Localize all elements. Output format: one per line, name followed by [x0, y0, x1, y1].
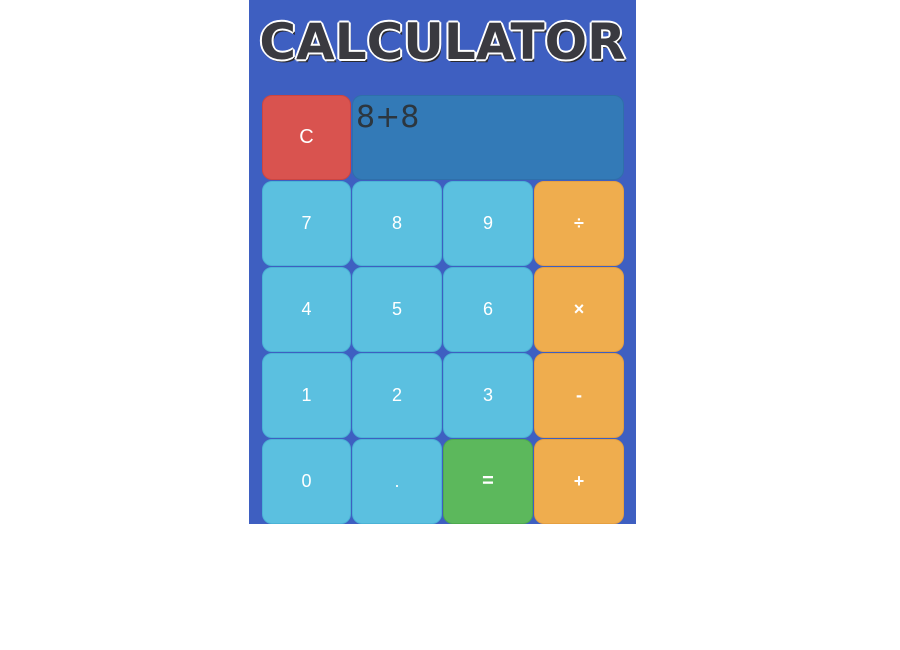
digit-2-button[interactable]: 2 — [352, 353, 442, 438]
display-expression: 8+8 — [356, 100, 420, 135]
add-button[interactable]: + — [534, 439, 624, 524]
calculator: CALCULATOR C 8+8 7 8 9 ÷ 4 5 6 × 1 2 3 -… — [249, 0, 636, 524]
digit-0-button[interactable]: 0 — [262, 439, 351, 524]
calculator-title: CALCULATOR — [259, 13, 626, 71]
digit-3-button[interactable]: 3 — [443, 353, 533, 438]
digit-7-button[interactable]: 7 — [262, 181, 351, 266]
digit-1-button[interactable]: 1 — [262, 353, 351, 438]
digit-4-button[interactable]: 4 — [262, 267, 351, 352]
multiply-button[interactable]: × — [534, 267, 624, 352]
clear-button[interactable]: C — [262, 95, 351, 180]
equals-button[interactable]: = — [443, 439, 533, 524]
display-screen: 8+8 — [352, 95, 624, 180]
digit-9-button[interactable]: 9 — [443, 181, 533, 266]
subtract-button[interactable]: - — [534, 353, 624, 438]
digit-8-button[interactable]: 8 — [352, 181, 442, 266]
digit-5-button[interactable]: 5 — [352, 267, 442, 352]
decimal-point-button[interactable]: . — [352, 439, 442, 524]
digit-6-button[interactable]: 6 — [443, 267, 533, 352]
divide-button[interactable]: ÷ — [534, 181, 624, 266]
